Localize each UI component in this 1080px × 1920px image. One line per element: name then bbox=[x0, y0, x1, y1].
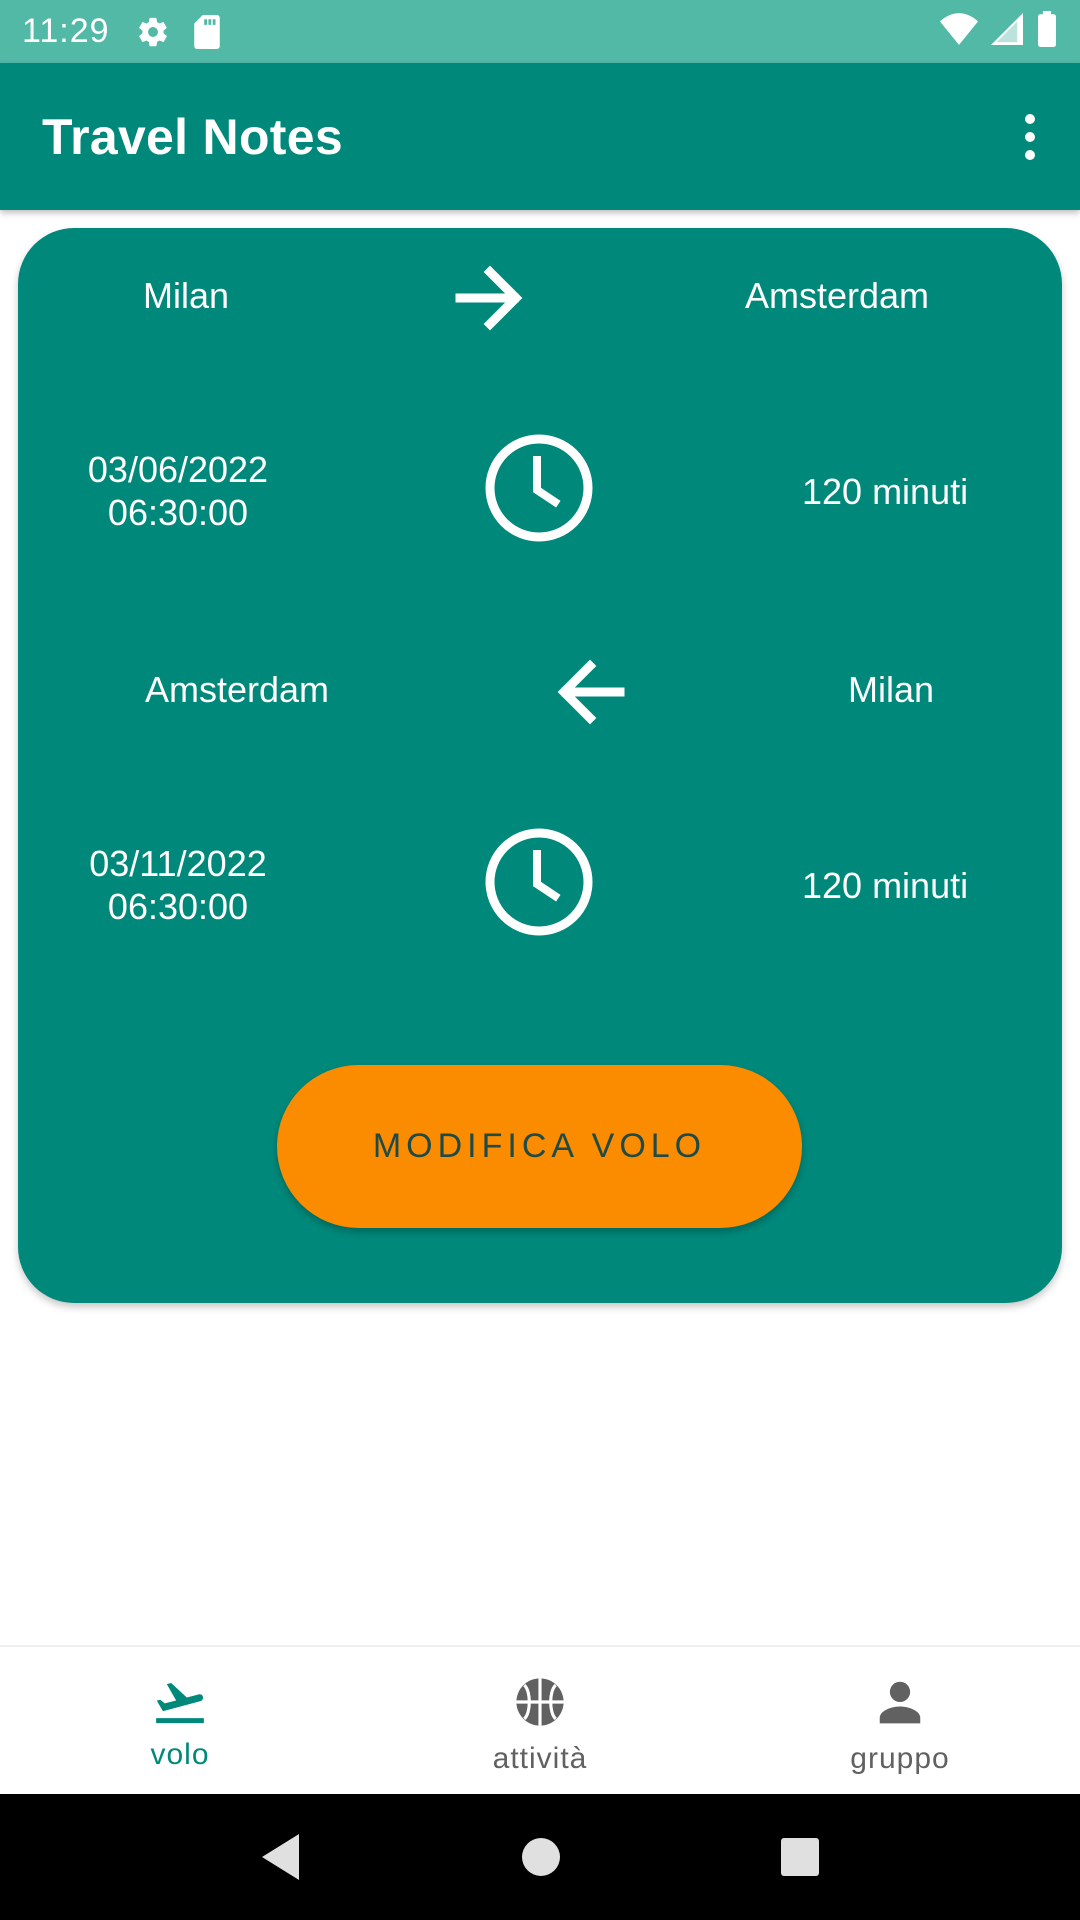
wifi-icon bbox=[940, 13, 978, 50]
sd-card-icon bbox=[192, 14, 222, 49]
return-duration: 120 minuti bbox=[802, 865, 969, 906]
outbound-from-city: Milan bbox=[143, 275, 230, 316]
outbound-date: 03/06/2022 bbox=[87, 449, 269, 490]
back-icon[interactable] bbox=[259, 1832, 303, 1882]
arrow-back-icon bbox=[542, 642, 642, 747]
outbound-datetime: 03/06/2022 06:30:00 bbox=[78, 448, 278, 534]
status-time: 11:29 bbox=[22, 12, 110, 50]
bottom-navigation: volo attività gruppo bbox=[0, 1645, 1080, 1794]
nav-item-gruppo[interactable]: gruppo bbox=[720, 1647, 1080, 1794]
clock-icon bbox=[481, 824, 597, 945]
system-navigation-bar bbox=[0, 1794, 1080, 1920]
edit-flight-button[interactable]: MODIFICA VOLO bbox=[277, 1065, 802, 1228]
basketball-icon bbox=[513, 1675, 567, 1734]
outbound-duration: 120 minuti bbox=[802, 471, 969, 512]
status-bar: 11:29 bbox=[0, 0, 1080, 63]
signal-icon bbox=[990, 13, 1024, 50]
outbound-time: 06:30:00 bbox=[107, 492, 249, 533]
return-date: 03/11/2022 bbox=[89, 843, 267, 884]
return-from-city: Amsterdam bbox=[145, 669, 330, 710]
outbound-to-city: Amsterdam bbox=[745, 275, 930, 316]
home-icon[interactable] bbox=[520, 1836, 562, 1878]
recents-icon[interactable] bbox=[779, 1836, 821, 1878]
clock-icon bbox=[481, 430, 597, 551]
return-datetime: 03/11/2022 06:30:00 bbox=[78, 842, 278, 928]
more-vert-icon[interactable] bbox=[1010, 107, 1050, 167]
arrow-forward-icon bbox=[438, 248, 538, 353]
flight-takeoff-icon bbox=[151, 1675, 209, 1730]
return-to-city: Milan bbox=[848, 669, 935, 710]
nav-label-attivita: attività bbox=[492, 1742, 588, 1775]
nav-label-gruppo: gruppo bbox=[850, 1742, 950, 1775]
nav-item-attivita[interactable]: attività bbox=[360, 1647, 720, 1794]
person-icon bbox=[873, 1675, 927, 1734]
app-bar: Travel Notes bbox=[0, 63, 1080, 210]
gear-icon bbox=[136, 15, 170, 49]
app-title: Travel Notes bbox=[42, 108, 343, 165]
nav-item-volo[interactable]: volo bbox=[0, 1647, 360, 1794]
nav-label-volo: volo bbox=[150, 1738, 210, 1771]
return-time: 06:30:00 bbox=[107, 886, 249, 927]
battery-icon bbox=[1036, 11, 1058, 52]
